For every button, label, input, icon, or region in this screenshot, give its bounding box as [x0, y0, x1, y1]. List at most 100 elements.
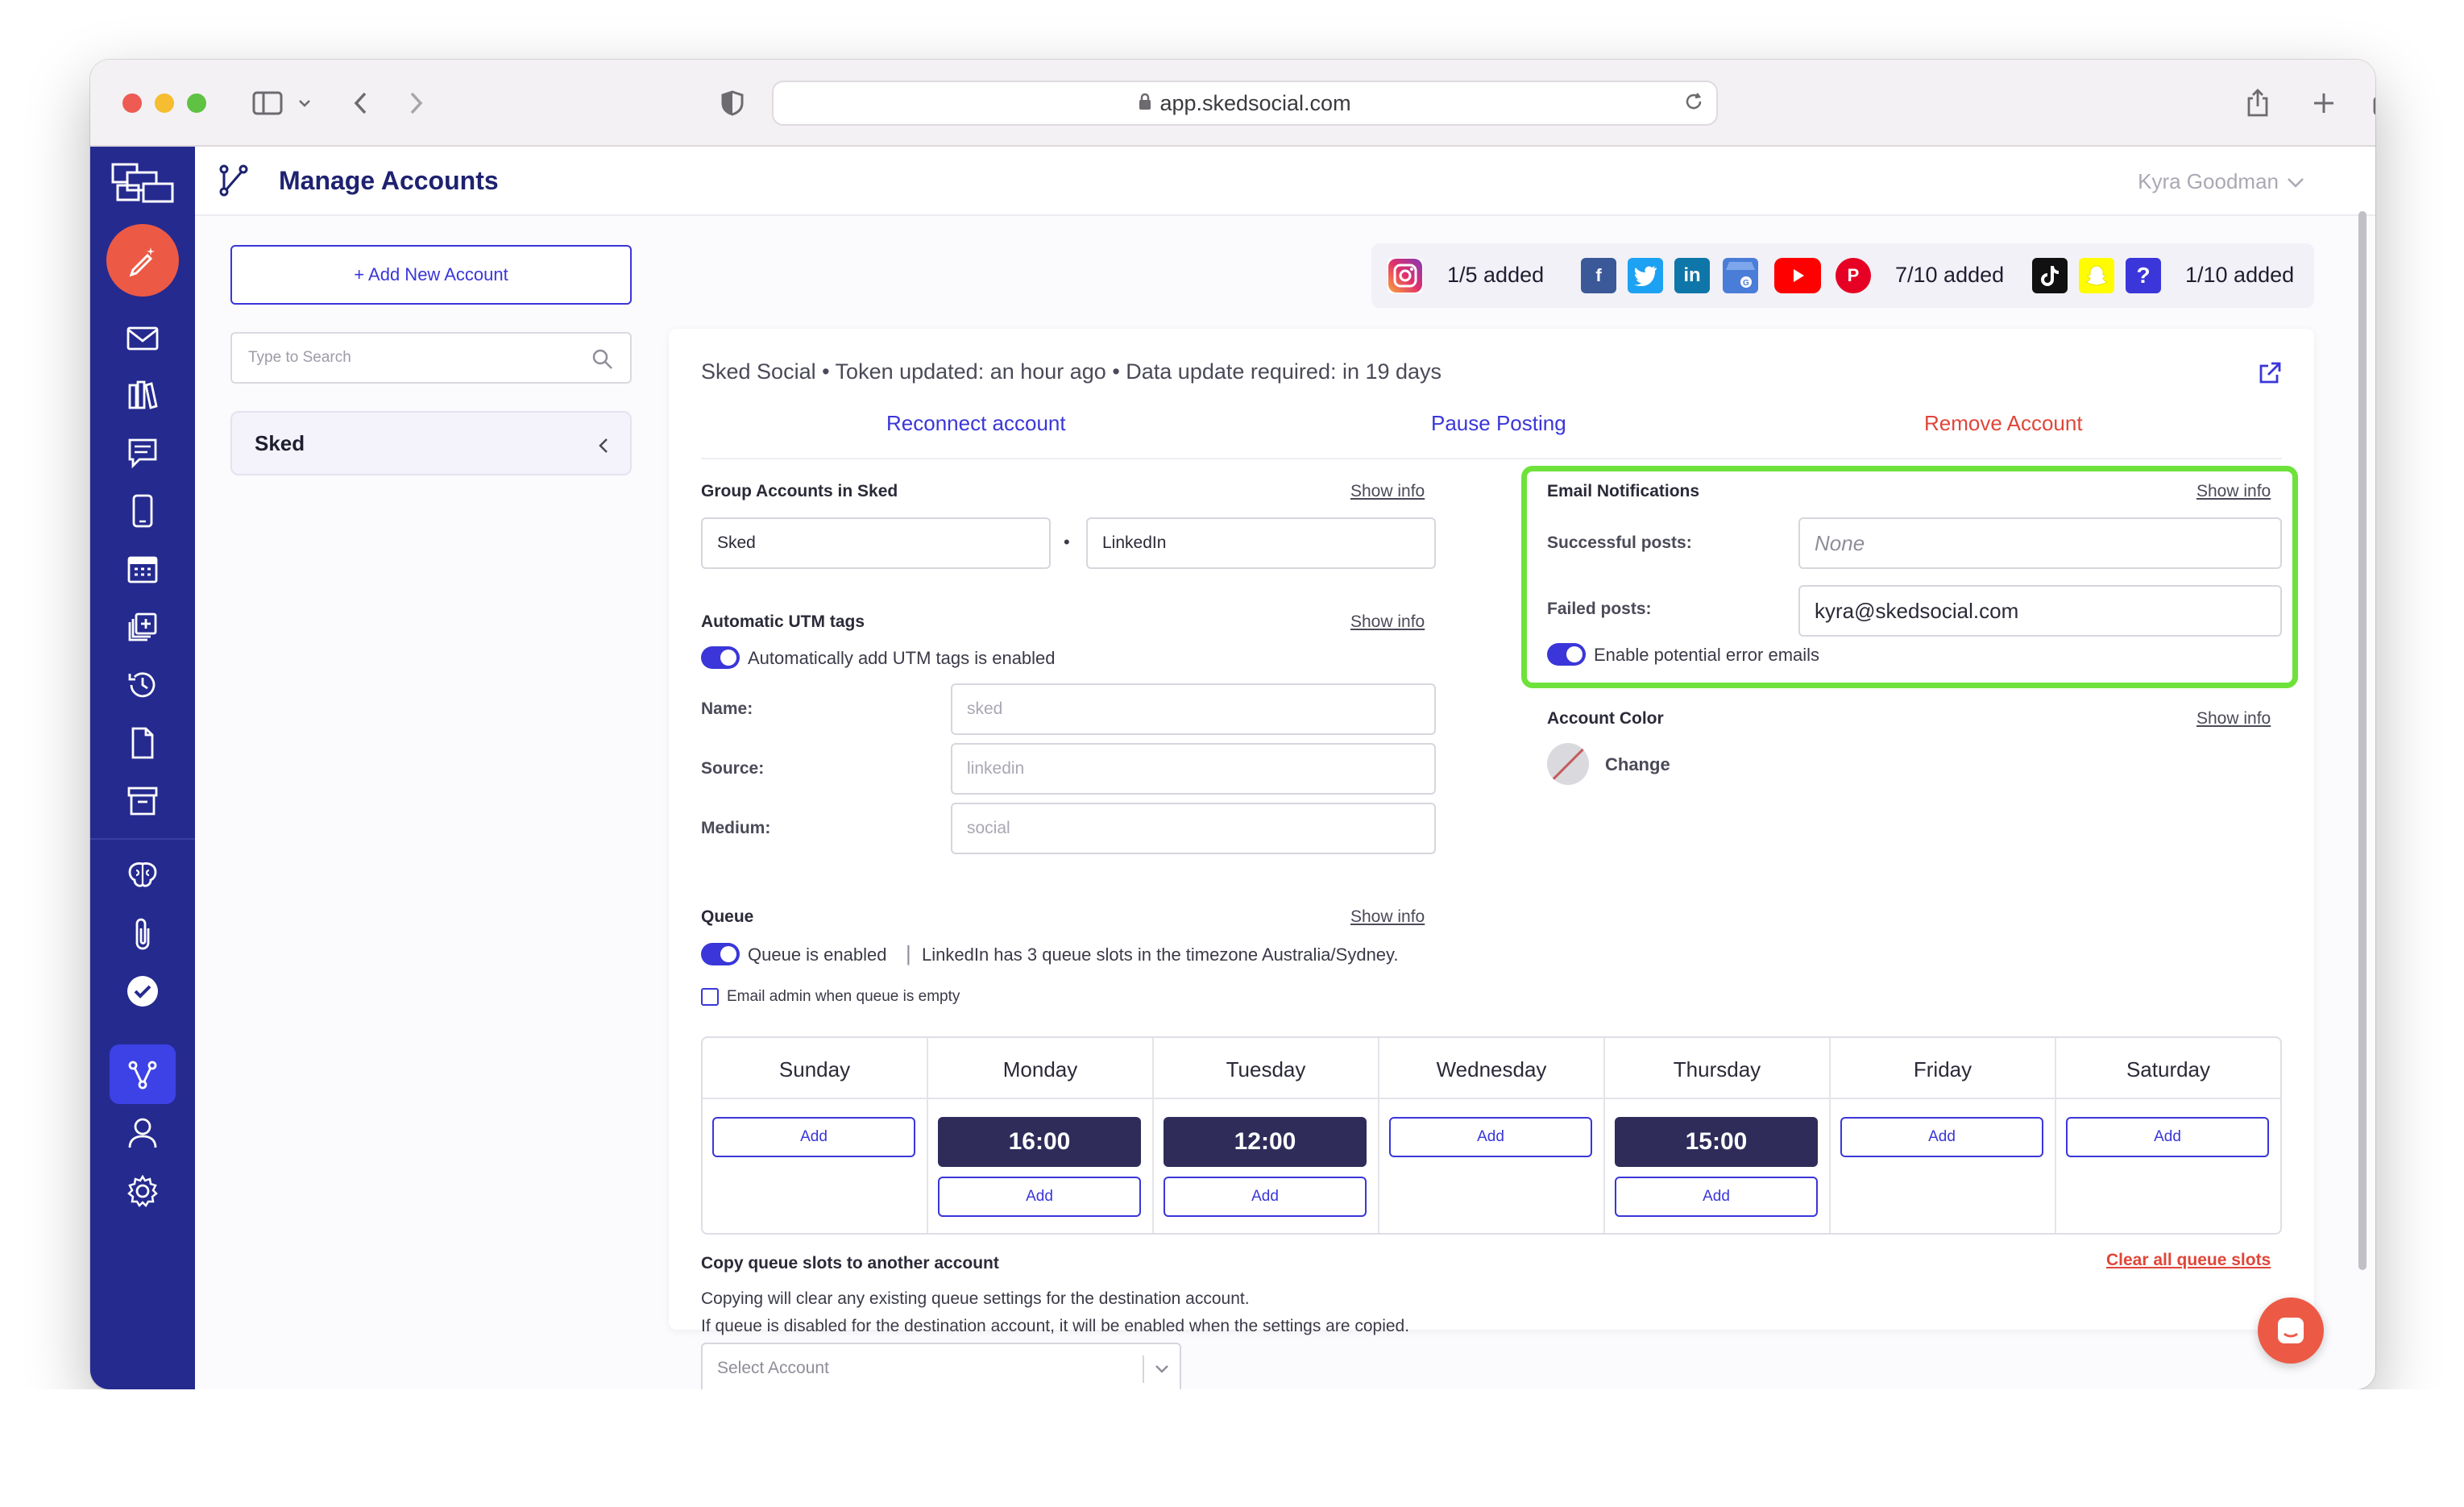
add-slot-thursday[interactable]: Add [1615, 1177, 1818, 1217]
support-chat-button[interactable] [2258, 1297, 2324, 1364]
comments-icon[interactable] [123, 434, 162, 472]
pinterest-icon: P [1836, 258, 1871, 293]
maximize-window-button[interactable] [187, 93, 206, 113]
group-name-field[interactable]: Sked [701, 517, 1051, 569]
external-link-icon[interactable] [2258, 361, 2282, 389]
utm-toggle[interactable] [701, 646, 740, 669]
add-slot-monday[interactable]: Add [938, 1177, 1141, 1217]
chevron-left-icon[interactable] [598, 435, 609, 460]
settings-gear-icon[interactable] [123, 1172, 162, 1210]
utm-source-input[interactable]: linkedin [951, 743, 1436, 795]
scroll-thumb[interactable] [2358, 211, 2367, 1270]
close-window-button[interactable] [122, 93, 142, 113]
reconnect-account-link[interactable]: Reconnect account [886, 411, 1066, 436]
calendar-icon[interactable] [123, 550, 162, 588]
tab-overview-icon[interactable] [2371, 84, 2375, 122]
inbox-icon[interactable] [123, 319, 162, 358]
day-header-saturday: Saturday [2126, 1057, 2211, 1081]
queue-slot-thursday[interactable]: 15:00 [1615, 1117, 1818, 1167]
linkedin-icon: in [1674, 258, 1710, 293]
chevron-down-icon [1154, 1360, 1170, 1380]
queue-show-info-link[interactable]: Show info [1350, 907, 1425, 927]
group-show-info-link[interactable]: Show info [1350, 482, 1425, 501]
approve-icon[interactable] [123, 972, 162, 1011]
email-notifications-title: Email Notifications [1547, 482, 1700, 500]
compose-button[interactable] [106, 224, 179, 297]
minimize-window-button[interactable] [155, 93, 174, 113]
add-new-account-button[interactable]: + Add New Account [230, 245, 632, 305]
back-icon[interactable] [348, 84, 372, 122]
history-icon[interactable] [123, 666, 162, 704]
failed-posts-label: Failed posts: [1547, 600, 1652, 618]
add-slot-friday[interactable]: Add [1840, 1117, 2043, 1157]
reload-icon[interactable] [1682, 90, 1705, 118]
day-header-monday: Monday [1002, 1057, 1078, 1081]
lock-icon [1139, 91, 1151, 116]
email-show-info-link[interactable]: Show info [2196, 482, 2271, 501]
chevron-down-icon [2287, 169, 2304, 194]
attachment-icon[interactable] [123, 914, 162, 953]
chevron-down-icon[interactable] [295, 84, 314, 122]
add-slot-sunday[interactable]: Add [712, 1117, 915, 1157]
add-slot-saturday[interactable]: Add [2066, 1117, 2269, 1157]
add-slot-tuesday[interactable]: Add [1164, 1177, 1367, 1217]
manage-accounts-icon[interactable] [123, 1056, 162, 1094]
other-count: 1/10 added [2185, 263, 2295, 287]
copy-note-line2: If queue is disabled for the destination… [701, 1317, 1410, 1335]
day-header-wednesday: Wednesday [1436, 1057, 1547, 1081]
account-name-field[interactable]: LinkedIn [1086, 517, 1436, 569]
utm-medium-input[interactable]: social [951, 803, 1436, 854]
account-group-sked[interactable]: Sked [230, 411, 632, 475]
change-color-link[interactable]: Change [1605, 754, 1670, 775]
error-emails-toggle[interactable] [1547, 643, 1586, 666]
user-icon[interactable] [123, 1114, 162, 1152]
snapchat-icon [2079, 258, 2114, 293]
utm-show-info-link[interactable]: Show info [1350, 612, 1425, 632]
day-header-thursday: Thursday [1673, 1057, 1761, 1081]
select-account-placeholder: Select Account [717, 1359, 829, 1377]
archive-icon[interactable] [123, 782, 162, 820]
youtube-icon [1774, 258, 1821, 293]
email-admin-checkbox[interactable] [701, 988, 719, 1006]
queue-info-text: LinkedIn has 3 queue slots in the timezo… [922, 944, 1399, 965]
failed-posts-input[interactable]: kyra@skedsocial.com [1798, 585, 2282, 637]
url-text: app.skedsocial.com [1159, 90, 1351, 115]
mobile-icon[interactable] [123, 492, 162, 530]
share-icon[interactable] [2243, 84, 2272, 122]
remove-account-link[interactable]: Remove Account [1924, 411, 2083, 436]
sidebar-toggle-icon[interactable] [250, 84, 285, 122]
successful-posts-input[interactable]: None [1798, 517, 2282, 569]
forward-icon[interactable] [404, 84, 429, 122]
utm-toggle-label: Automatically add UTM tags is enabled [748, 648, 1056, 668]
svg-text:G: G [1743, 279, 1749, 288]
clear-all-queue-slots-link[interactable]: Clear all queue slots [2106, 1251, 2271, 1270]
other-platform-icon: ? [2126, 258, 2161, 293]
group-accounts-title: Group Accounts in Sked [701, 482, 898, 500]
new-tab-icon[interactable] [2309, 84, 2338, 122]
queue-toggle[interactable] [701, 943, 740, 965]
search-placeholder: Type to Search [248, 349, 351, 366]
account-search-input[interactable]: Type to Search [230, 332, 632, 384]
library-icon[interactable] [123, 376, 162, 414]
queue-slot-monday[interactable]: 16:00 [938, 1117, 1141, 1167]
queue-slot-tuesday[interactable]: 12:00 [1164, 1117, 1367, 1167]
app-header: Manage Accounts Kyra Goodman [195, 147, 2375, 216]
queue-info-separator: | [906, 941, 911, 965]
account-color-show-info-link[interactable]: Show info [2196, 709, 2271, 729]
brain-icon[interactable] [123, 856, 162, 895]
email-admin-label: Email admin when queue is empty [727, 988, 960, 1005]
document-icon[interactable] [123, 724, 162, 762]
account-color-swatch[interactable] [1547, 743, 1589, 785]
add-slot-wednesday[interactable]: Add [1389, 1117, 1592, 1157]
pause-posting-link[interactable]: Pause Posting [1431, 411, 1566, 436]
user-menu[interactable]: Kyra Goodman [2138, 169, 2304, 194]
queue-toggle-label: Queue is enabled [748, 944, 887, 965]
url-bar[interactable]: app.skedsocial.com [772, 81, 1718, 126]
sked-social-logo[interactable] [111, 161, 176, 206]
utm-name-input[interactable]: sked [951, 683, 1436, 735]
bulk-upload-icon[interactable] [123, 608, 162, 646]
shield-icon[interactable] [719, 84, 746, 122]
utm-medium-label: Medium: [701, 819, 771, 837]
scrollbar[interactable] [2356, 147, 2369, 1291]
select-account-dropdown[interactable]: Select Account [701, 1343, 1181, 1394]
